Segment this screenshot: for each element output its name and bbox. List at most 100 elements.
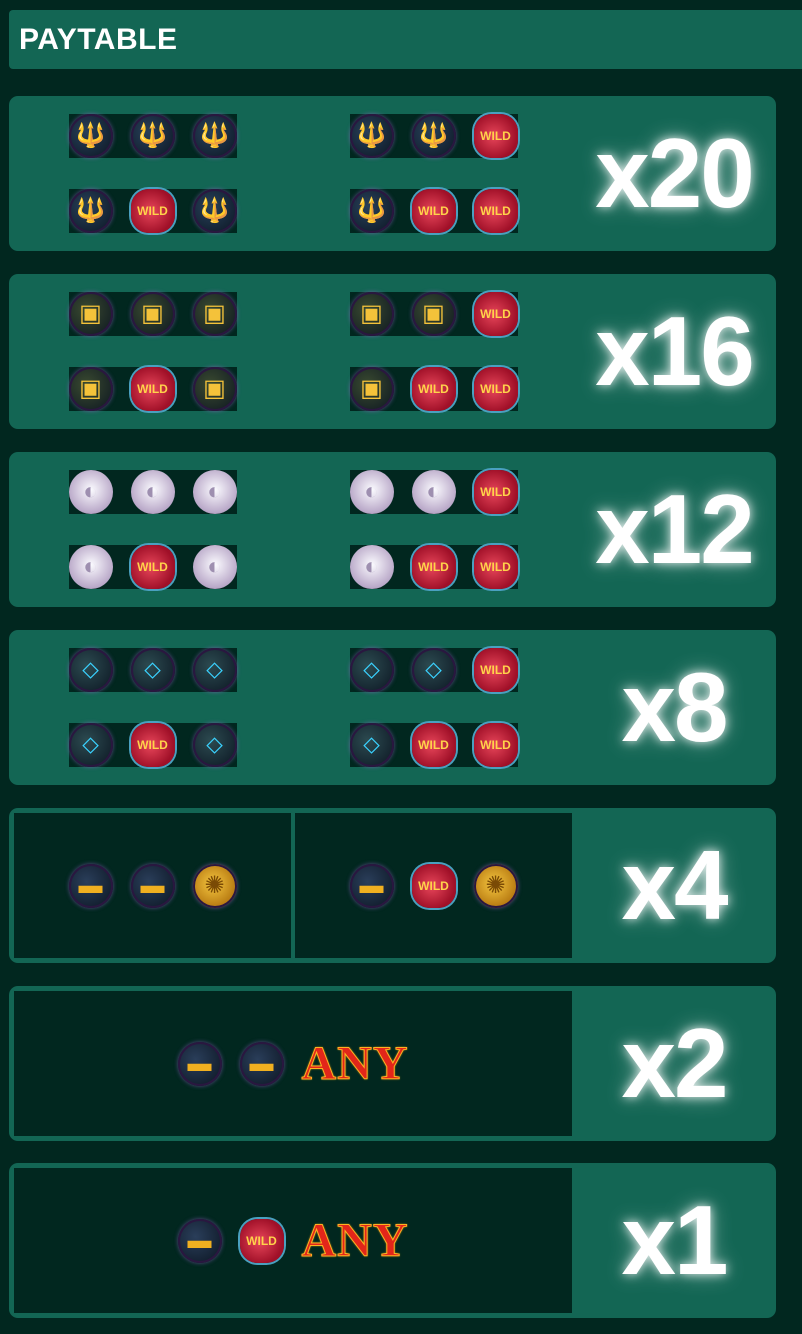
combo-column-left: 🔱 🔱 🔱 🔱 WILD 🔱 (14, 101, 291, 246)
combo-cell: ◐ ◐ ◐ (68, 470, 237, 515)
combo-grid: ▬ WILD ANY (14, 1168, 572, 1313)
combo-cell: ◐ WILD ◐ (68, 544, 237, 589)
necklace-symbol-icon: ⬦ (192, 648, 237, 693)
combo-cell: 🔱 🔱 WILD (349, 114, 518, 159)
multiplier-label: x4 (621, 830, 728, 940)
payout-row: ▬ ▬ ANY x2 (9, 986, 776, 1141)
wild-symbol-icon: WILD (130, 188, 175, 233)
wild-symbol-icon: WILD (473, 366, 518, 411)
payout-row: ▬ WILD ANY x1 (9, 1163, 776, 1318)
multiplier-label: x16 (595, 296, 755, 406)
payout-row: ▣ ▣ ▣ ▣ WILD ▣ ▣ ▣ WILD ▣ WILD WILD x16 (9, 274, 776, 429)
chest-symbol-icon: ▣ (349, 366, 394, 411)
combo-cell: ▣ WILD ▣ (68, 366, 237, 411)
combo-grid: 🔱 🔱 🔱 🔱 WILD 🔱 🔱 🔱 WILD 🔱 WILD WILD (14, 101, 572, 246)
necklace-symbol-icon: ⬦ (411, 648, 456, 693)
combo-cell: ◐ ◐ WILD (349, 470, 518, 515)
coin-symbol-icon: ✺ (192, 863, 237, 908)
necklace-symbol-icon: ⬦ (68, 722, 113, 767)
combo-cell: ▣ ▣ WILD (349, 292, 518, 337)
payout-row: ⬦ ⬦ ⬦ ⬦ WILD ⬦ ⬦ ⬦ WILD ⬦ WILD WILD x8 (9, 630, 776, 785)
combo-column-right: ▣ ▣ WILD ▣ WILD WILD (295, 279, 572, 424)
combo-cell: 🔱 WILD WILD (349, 188, 518, 233)
coin-symbol-icon: ✺ (473, 863, 518, 908)
combo-cell: ◐ WILD WILD (349, 544, 518, 589)
payout-row: ◐ ◐ ◐ ◐ WILD ◐ ◐ ◐ WILD ◐ WILD WILD x12 (9, 452, 776, 607)
chest-symbol-icon: ▣ (68, 366, 113, 411)
pearl-symbol-icon: ◐ (192, 470, 237, 515)
combo-cell: ⬦ ⬦ ⬦ (68, 648, 237, 693)
combo-column-right: ◐ ◐ WILD ◐ WILD WILD (295, 457, 572, 602)
wild-symbol-icon: WILD (411, 863, 456, 908)
wild-symbol-icon: WILD (473, 470, 518, 515)
combo-column-left: ▣ ▣ ▣ ▣ WILD ▣ (14, 279, 291, 424)
chest-symbol-icon: ▣ (349, 292, 394, 337)
wild-symbol-icon: WILD (473, 722, 518, 767)
necklace-symbol-icon: ⬦ (130, 648, 175, 693)
combo-grid: ◐ ◐ ◐ ◐ WILD ◐ ◐ ◐ WILD ◐ WILD WILD (14, 457, 572, 602)
combo-column-left: ◐ ◐ ◐ ◐ WILD ◐ (14, 457, 291, 602)
multiplier-label: x12 (595, 474, 755, 584)
wild-symbol-icon: WILD (473, 648, 518, 693)
combo-column-left: ⬦ ⬦ ⬦ ⬦ WILD ⬦ (14, 635, 291, 780)
sub-symbol-icon: ▬ (130, 863, 175, 908)
sub-symbol-icon: ▬ (68, 863, 113, 908)
wild-symbol-icon: WILD (130, 722, 175, 767)
wild-symbol-icon: WILD (130, 366, 175, 411)
trident-symbol-icon: 🔱 (130, 114, 175, 159)
wild-symbol-icon: WILD (239, 1218, 284, 1263)
combo-cell: ▬ ▬ ANY (14, 991, 572, 1136)
sub-symbol-icon: ▬ (177, 1218, 222, 1263)
trident-symbol-icon: 🔱 (411, 114, 456, 159)
pearl-symbol-icon: ◐ (68, 544, 113, 589)
paytable-header: PAYTABLE (9, 10, 802, 69)
payout-row: ▬ ▬ ✺ ▬ WILD ✺ x4 (9, 808, 776, 963)
chest-symbol-icon: ▣ (130, 292, 175, 337)
wild-symbol-icon: WILD (473, 544, 518, 589)
chest-symbol-icon: ▣ (411, 292, 456, 337)
combo-column-right: ⬦ ⬦ WILD ⬦ WILD WILD (295, 635, 572, 780)
wild-symbol-icon: WILD (473, 114, 518, 159)
combo-cell: ⬦ WILD WILD (349, 722, 518, 767)
wild-symbol-icon: WILD (411, 722, 456, 767)
combo-grid: ▬ ▬ ✺ ▬ WILD ✺ (14, 813, 572, 958)
combo-cell: ▣ WILD WILD (349, 366, 518, 411)
sub-symbol-icon: ▬ (349, 863, 394, 908)
combo-cell: ⬦ ⬦ WILD (349, 648, 518, 693)
trident-symbol-icon: 🔱 (192, 188, 237, 233)
trident-symbol-icon: 🔱 (192, 114, 237, 159)
chest-symbol-icon: ▣ (192, 292, 237, 337)
pearl-symbol-icon: ◐ (130, 470, 175, 515)
wild-symbol-icon: WILD (411, 544, 456, 589)
combo-grid: ▬ ▬ ANY (14, 991, 572, 1136)
combo-column-right: 🔱 🔱 WILD 🔱 WILD WILD (295, 101, 572, 246)
any-symbol-label: ANY (301, 1037, 409, 1091)
multiplier-label: x8 (621, 652, 728, 762)
necklace-symbol-icon: ⬦ (68, 648, 113, 693)
combo-cell: 🔱 🔱 🔱 (68, 114, 237, 159)
page-title: PAYTABLE (19, 22, 178, 56)
wild-symbol-icon: WILD (473, 292, 518, 337)
combo-grid: ⬦ ⬦ ⬦ ⬦ WILD ⬦ ⬦ ⬦ WILD ⬦ WILD WILD (14, 635, 572, 780)
pearl-symbol-icon: ◐ (411, 470, 456, 515)
combo-cell: ▣ ▣ ▣ (68, 292, 237, 337)
chest-symbol-icon: ▣ (192, 366, 237, 411)
multiplier-label: x2 (621, 1008, 728, 1118)
necklace-symbol-icon: ⬦ (192, 722, 237, 767)
trident-symbol-icon: 🔱 (68, 188, 113, 233)
wild-symbol-icon: WILD (411, 366, 456, 411)
chest-symbol-icon: ▣ (68, 292, 113, 337)
trident-symbol-icon: 🔱 (349, 188, 394, 233)
pearl-symbol-icon: ◐ (349, 544, 394, 589)
multiplier-label: x20 (595, 118, 755, 228)
combo-column-right: ▬ WILD ✺ (295, 813, 572, 958)
trident-symbol-icon: 🔱 (349, 114, 394, 159)
pearl-symbol-icon: ◐ (68, 470, 113, 515)
any-symbol-label: ANY (301, 1214, 409, 1268)
wild-symbol-icon: WILD (473, 188, 518, 233)
wild-symbol-icon: WILD (130, 544, 175, 589)
combo-cell: ⬦ WILD ⬦ (68, 722, 237, 767)
combo-cell: ▬ WILD ANY (14, 1168, 572, 1313)
necklace-symbol-icon: ⬦ (349, 722, 394, 767)
sub-symbol-icon: ▬ (239, 1041, 284, 1086)
